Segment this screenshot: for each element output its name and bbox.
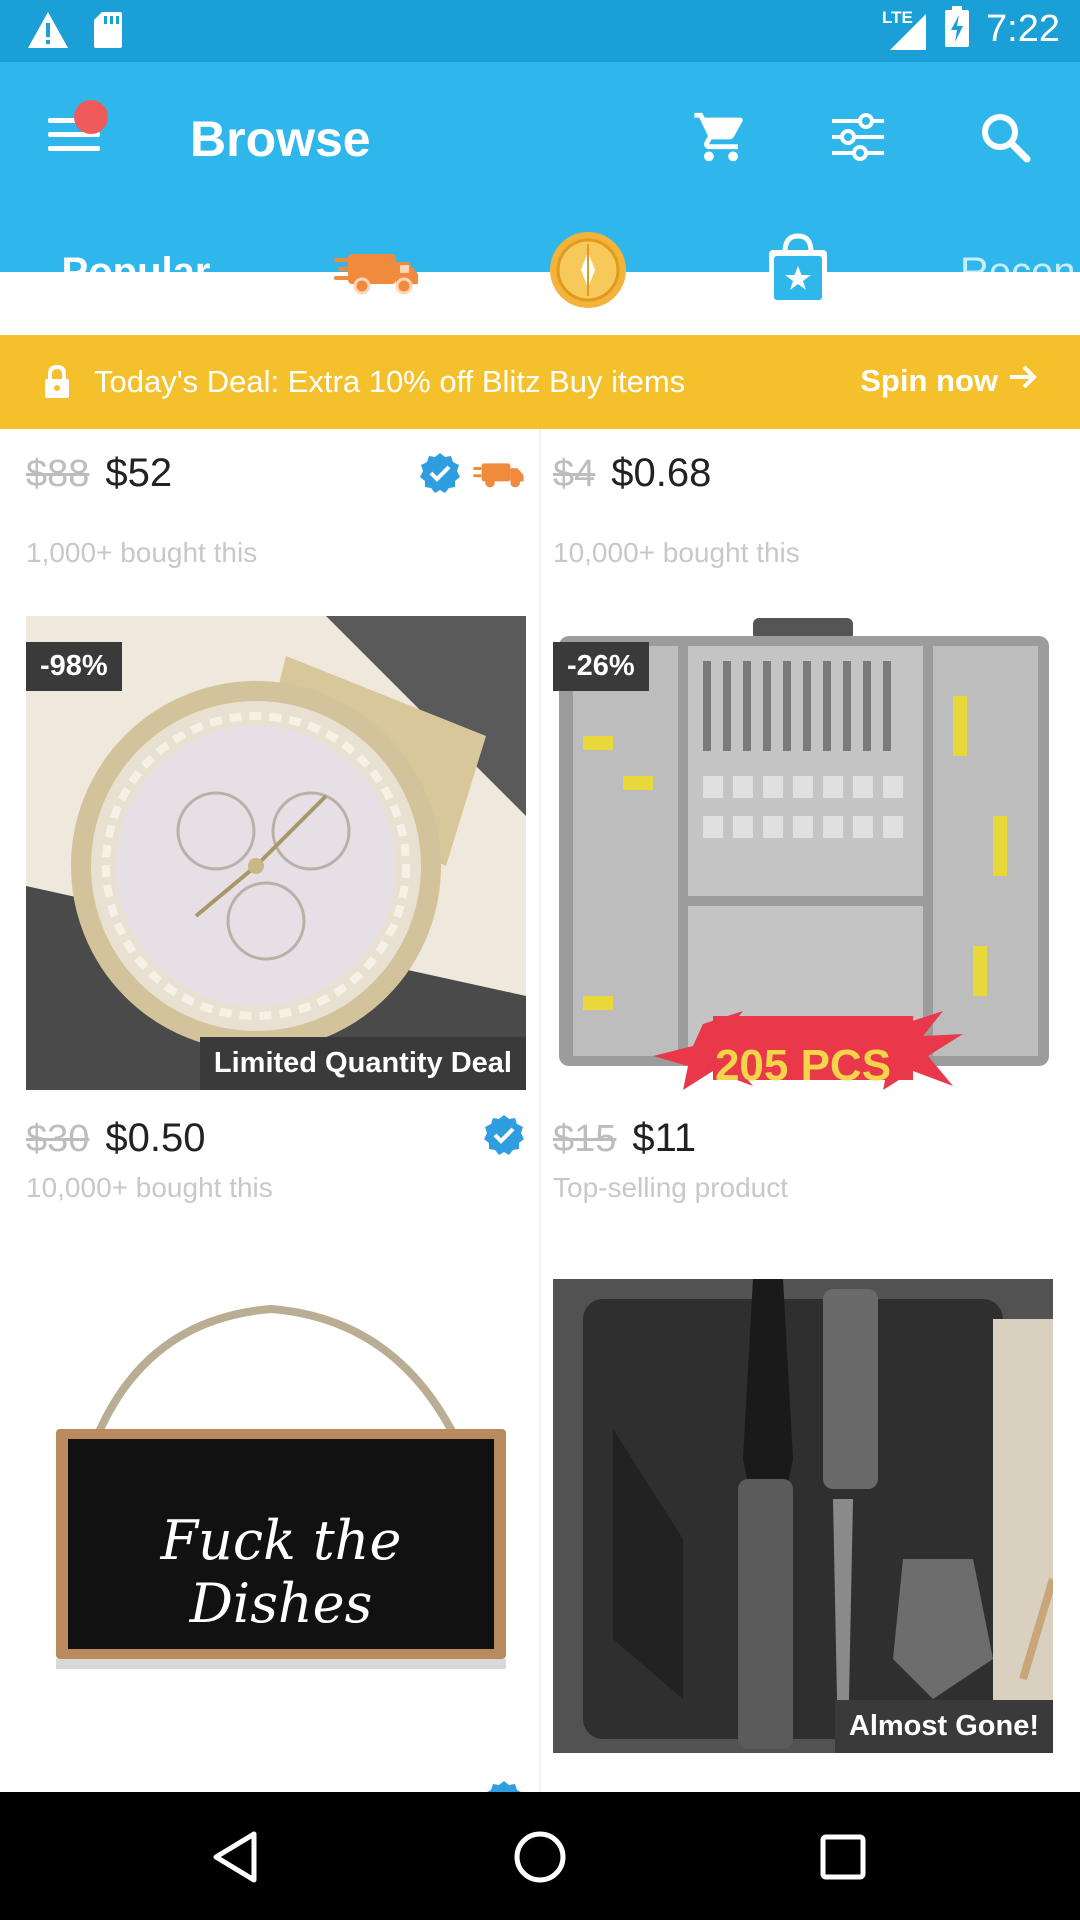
bag-icon: [763, 230, 833, 315]
express-truck-icon: [332, 240, 422, 305]
product-image-watch[interactable]: -98% Limited Quantity Deal: [26, 616, 526, 1090]
tab-recent-label: Recen: [960, 249, 1076, 294]
original-price: $4: [553, 453, 596, 495]
deal-banner[interactable]: Today's Deal: Extra 10% off Blitz Buy it…: [0, 335, 1080, 429]
back-icon[interactable]: [200, 1822, 270, 1892]
page-title: Browse: [190, 111, 371, 167]
sign-image-text: Fuck the Dishes: [160, 1509, 402, 1635]
product-card[interactable]: 205 PCS -26% $15 $11 Top-selling product: [553, 616, 1053, 1216]
home-icon[interactable]: [505, 1822, 575, 1892]
spin-now-label: Spin now: [860, 363, 998, 398]
verified-icon: [482, 1113, 526, 1162]
tab-bar: Popular Recen: [0, 210, 1080, 334]
purchase-count: 10,000+ bought this: [26, 1172, 273, 1203]
lock-icon: [42, 364, 72, 399]
product-image-toolset[interactable]: 205 PCS -26%: [553, 616, 1053, 1090]
purchase-count: 1,000+ bought this: [26, 537, 258, 568]
product-card[interactable]: Fuck the Dishes: [26, 1279, 526, 1792]
discount-badge: -98%: [26, 642, 122, 691]
cart-icon[interactable]: [686, 102, 756, 172]
tab-recent[interactable]: Recen: [960, 210, 1080, 334]
product-image-knife-set[interactable]: Almost Gone!: [553, 1279, 1053, 1753]
signal-icon: LTE: [882, 8, 928, 52]
warning-icon: [26, 10, 70, 55]
sale-price: $0.50: [105, 1116, 206, 1160]
tab-express[interactable]: [322, 210, 432, 334]
arrow-right-icon: [1008, 363, 1038, 399]
product-card[interactable]: -98% Limited Quantity Deal $30 $0.50 10,…: [26, 616, 526, 1216]
verified-icon: [418, 451, 462, 500]
discount-badge: -26%: [553, 642, 649, 691]
notification-dot: [74, 100, 108, 134]
deal-text: Today's Deal: Extra 10% off Blitz Buy it…: [94, 364, 686, 399]
app-bar: Browse Popular Recen: [0, 62, 1080, 334]
original-price: $15: [553, 1118, 617, 1160]
original-price: $30: [26, 1118, 90, 1160]
sale-price: $11: [632, 1116, 697, 1160]
system-nav-bar: [0, 1792, 1080, 1920]
product-image-sign[interactable]: Fuck the Dishes: [26, 1279, 526, 1753]
express-truck-icon: [472, 455, 526, 496]
product-card[interactable]: Almost Gone!: [553, 1279, 1053, 1792]
verified-icon: [482, 1779, 526, 1792]
stock-ribbon: Almost Gone!: [834, 1700, 1053, 1753]
spin-now-button[interactable]: Spin now: [860, 363, 1038, 399]
active-tab-indicator: [0, 327, 272, 334]
tab-coins[interactable]: [540, 210, 636, 334]
deal-ribbon: Limited Quantity Deal: [199, 1037, 526, 1090]
sale-price: $52: [105, 451, 173, 495]
status-bar: LTE 7:22: [0, 0, 1080, 62]
tab-blitz-bag[interactable]: [750, 210, 846, 334]
battery-icon: [944, 6, 970, 53]
sd-card-icon: [92, 10, 124, 55]
purchase-count: 10,000+ bought this: [553, 537, 800, 568]
product-card[interactable]: $88 $52 1,000+ bought this: [26, 451, 526, 568]
product-grid: $88 $52 1,000+ bought this $4 $0.68 10,0…: [0, 429, 1080, 1792]
column-divider: [539, 429, 541, 1792]
tab-popular[interactable]: Popular: [0, 210, 272, 334]
toolset-image-text: 205 PCS: [714, 1041, 892, 1090]
status-time: 7:22: [986, 8, 1060, 50]
coin-icon: [548, 230, 628, 315]
recents-icon[interactable]: [808, 1822, 878, 1892]
tab-popular-label: Popular: [61, 249, 211, 294]
search-icon[interactable]: [970, 102, 1040, 172]
purchase-status: Top-selling product: [553, 1172, 789, 1203]
original-price: $88: [26, 453, 90, 495]
sale-price: $0.68: [611, 451, 712, 495]
product-card[interactable]: $4 $0.68 10,000+ bought this: [553, 451, 1053, 568]
filter-icon[interactable]: [823, 102, 893, 172]
